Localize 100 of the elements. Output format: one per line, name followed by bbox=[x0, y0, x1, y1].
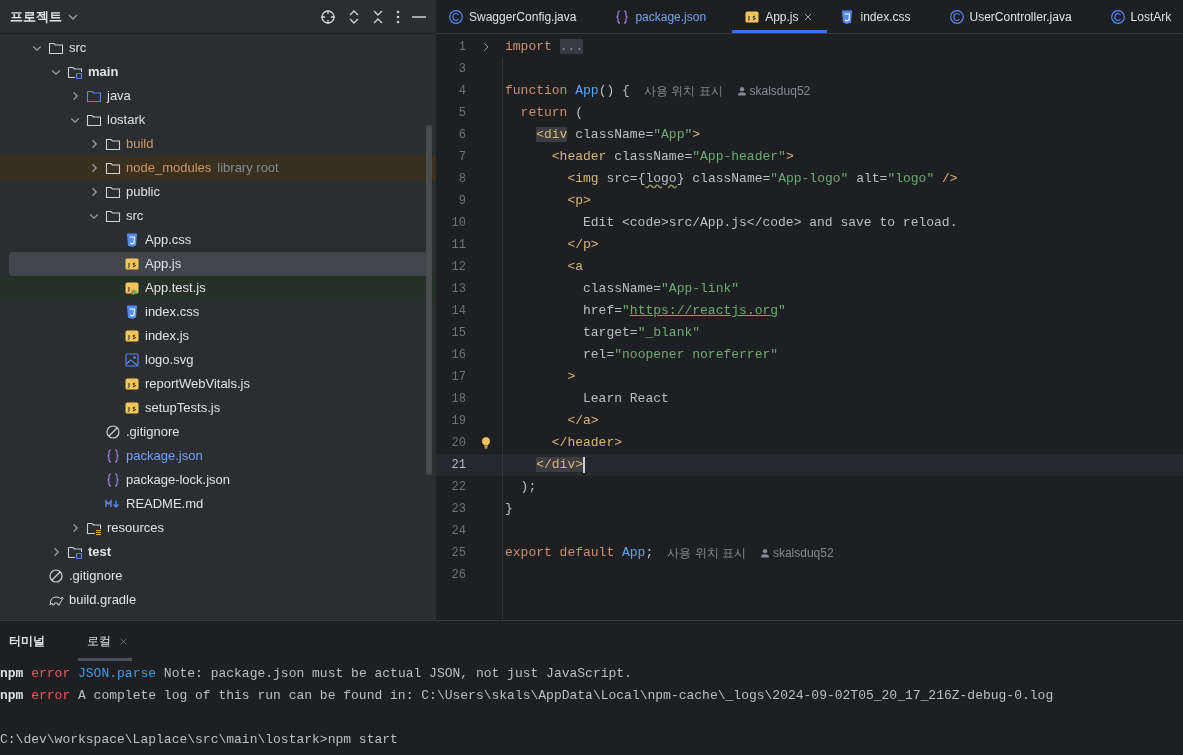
tree-item[interactable]: main bbox=[9, 60, 427, 84]
css-file-icon bbox=[124, 304, 140, 320]
code-line: Edit <code>src/App.js</code> and save to reload. bbox=[582, 214, 958, 233]
editor-tab[interactable]: SwaggerConfig.java bbox=[436, 0, 603, 33]
item-label: test bbox=[88, 543, 112, 562]
close-icon[interactable] bbox=[803, 11, 814, 22]
code-line: </header> bbox=[550, 434, 623, 453]
tree-item[interactable]: .gitignore bbox=[9, 420, 427, 444]
usages-hint[interactable]: 사용 위치 표시 bbox=[667, 544, 746, 562]
tree-item[interactable]: index.css bbox=[9, 300, 427, 324]
folder-icon bbox=[105, 160, 121, 176]
code-line: import ... bbox=[505, 38, 584, 57]
more-icon[interactable] bbox=[396, 9, 400, 24]
line-number: 22 bbox=[450, 479, 466, 496]
folder-icon bbox=[86, 88, 102, 104]
tree-item[interactable]: package-lock.json bbox=[9, 468, 427, 492]
js-file-icon bbox=[124, 256, 140, 272]
tree-item[interactable]: index.js bbox=[9, 324, 427, 348]
code-line: return ( bbox=[519, 104, 584, 123]
line-number: 4 bbox=[457, 83, 466, 100]
tree-item[interactable]: reportWebVitals.js bbox=[9, 372, 427, 396]
line-number: 10 bbox=[450, 215, 466, 232]
tree-item[interactable]: node_modules library root bbox=[9, 156, 427, 180]
locate-icon[interactable] bbox=[320, 8, 336, 25]
tree-item[interactable]: App.js bbox=[9, 252, 427, 276]
item-label: resources bbox=[107, 519, 165, 538]
tree-item[interactable]: .gitignore bbox=[9, 564, 427, 588]
js-file-icon bbox=[124, 376, 140, 392]
item-label: App.js bbox=[145, 255, 182, 274]
tree-item[interactable]: build.gradle bbox=[9, 588, 427, 612]
tree-item[interactable]: lostark bbox=[9, 108, 427, 132]
tree-item[interactable]: resources bbox=[9, 516, 427, 540]
code-line: </p> bbox=[566, 236, 599, 255]
tree-item[interactable]: public bbox=[9, 180, 427, 204]
collapse-all-icon[interactable] bbox=[372, 8, 384, 25]
scrollbar[interactable] bbox=[426, 125, 432, 475]
code-line: } bbox=[505, 500, 513, 519]
author-hint[interactable]: skalsduq52 bbox=[736, 82, 811, 100]
minimize-icon[interactable] bbox=[412, 14, 426, 19]
class-icon bbox=[1109, 8, 1126, 25]
code-line: <header className="App-header"> bbox=[550, 148, 794, 167]
item-label: src bbox=[69, 39, 87, 58]
terminal-tab[interactable]: 터미널 bbox=[0, 621, 54, 661]
panel-title[interactable]: 프로젝트 bbox=[10, 6, 62, 27]
person-icon bbox=[736, 86, 747, 96]
tree-item[interactable]: README.md bbox=[9, 492, 427, 516]
module-folder-icon bbox=[67, 544, 83, 560]
tree-item[interactable]: package.json bbox=[9, 444, 427, 468]
tree-item[interactable]: logo.svg bbox=[9, 348, 427, 372]
usages-hint[interactable]: 사용 위치 표시 bbox=[643, 82, 723, 100]
item-label: index.js bbox=[145, 327, 190, 346]
tree-item[interactable]: test bbox=[9, 540, 427, 564]
item-label: main bbox=[88, 63, 119, 82]
code-line: function App() { bbox=[505, 82, 630, 101]
editor-tab[interactable]: App.js bbox=[732, 0, 828, 33]
close-icon[interactable] bbox=[119, 636, 128, 646]
class-icon bbox=[448, 8, 464, 25]
code-line: > bbox=[566, 368, 576, 387]
code-line: <div className="App"> bbox=[535, 126, 701, 145]
terminal-tab[interactable]: 로컬 bbox=[78, 621, 132, 661]
item-label: App.css bbox=[145, 231, 192, 250]
tree-item[interactable]: setupTests.js bbox=[9, 396, 427, 420]
line-number: 3 bbox=[457, 61, 466, 78]
item-label: reportWebVitals.js bbox=[145, 375, 250, 394]
editor-tab[interactable]: package.json bbox=[602, 0, 733, 33]
person-icon bbox=[759, 548, 770, 558]
item-label: build bbox=[126, 135, 154, 154]
code-line: <img src={logo} className="App-logo" alt="logo" /> bbox=[566, 170, 958, 189]
item-label: setupTests.js bbox=[145, 399, 221, 418]
item-label: package-lock.json bbox=[126, 471, 231, 490]
tree-item[interactable]: src bbox=[9, 36, 427, 60]
braces-icon bbox=[614, 8, 631, 25]
folder-icon bbox=[105, 208, 121, 224]
expand-all-icon[interactable] bbox=[348, 8, 360, 25]
editor-tab[interactable]: UserController.java bbox=[936, 0, 1098, 33]
item-label: public bbox=[126, 183, 160, 202]
terminal-line: npm error JSON.parse Note: package.json must be actual JSON, not just JavaScript. bbox=[0, 665, 632, 684]
code-line: className="App-link" bbox=[582, 280, 740, 299]
line-number: 20 bbox=[450, 435, 466, 452]
code-line: export default App; bbox=[505, 544, 654, 563]
tree-item[interactable]: App.test.js bbox=[9, 276, 427, 300]
folder-icon bbox=[105, 184, 121, 200]
tab-label: package.json bbox=[635, 8, 707, 26]
tree-item[interactable]: java bbox=[9, 84, 427, 108]
item-label: lostark bbox=[107, 111, 146, 130]
tree-item[interactable]: App.css bbox=[9, 228, 427, 252]
line-number: 15 bbox=[450, 325, 466, 342]
item-label: node_modules bbox=[126, 159, 212, 178]
editor-tab[interactable]: LostArk bbox=[1097, 0, 1183, 33]
terminal-line: npm error A complete log of this run can be found in: C:\Users\skals\AppData\Local\npm-cache\_logs\2024-09-02T05_20_17_216Z-debug-0.log bbox=[0, 687, 1054, 706]
item-label: .gitignore bbox=[69, 567, 123, 586]
editor-tab[interactable]: index.css bbox=[827, 0, 937, 33]
author-hint[interactable]: skalsduq52 bbox=[759, 544, 834, 562]
tree-item[interactable]: src bbox=[9, 204, 427, 228]
resources-folder-icon bbox=[86, 520, 102, 536]
code-line: <a bbox=[566, 258, 584, 277]
line-number: 1 bbox=[457, 39, 466, 56]
item-label: build.gradle bbox=[69, 591, 137, 610]
line-number: 5 bbox=[457, 105, 466, 122]
tree-item[interactable]: build bbox=[9, 132, 427, 156]
